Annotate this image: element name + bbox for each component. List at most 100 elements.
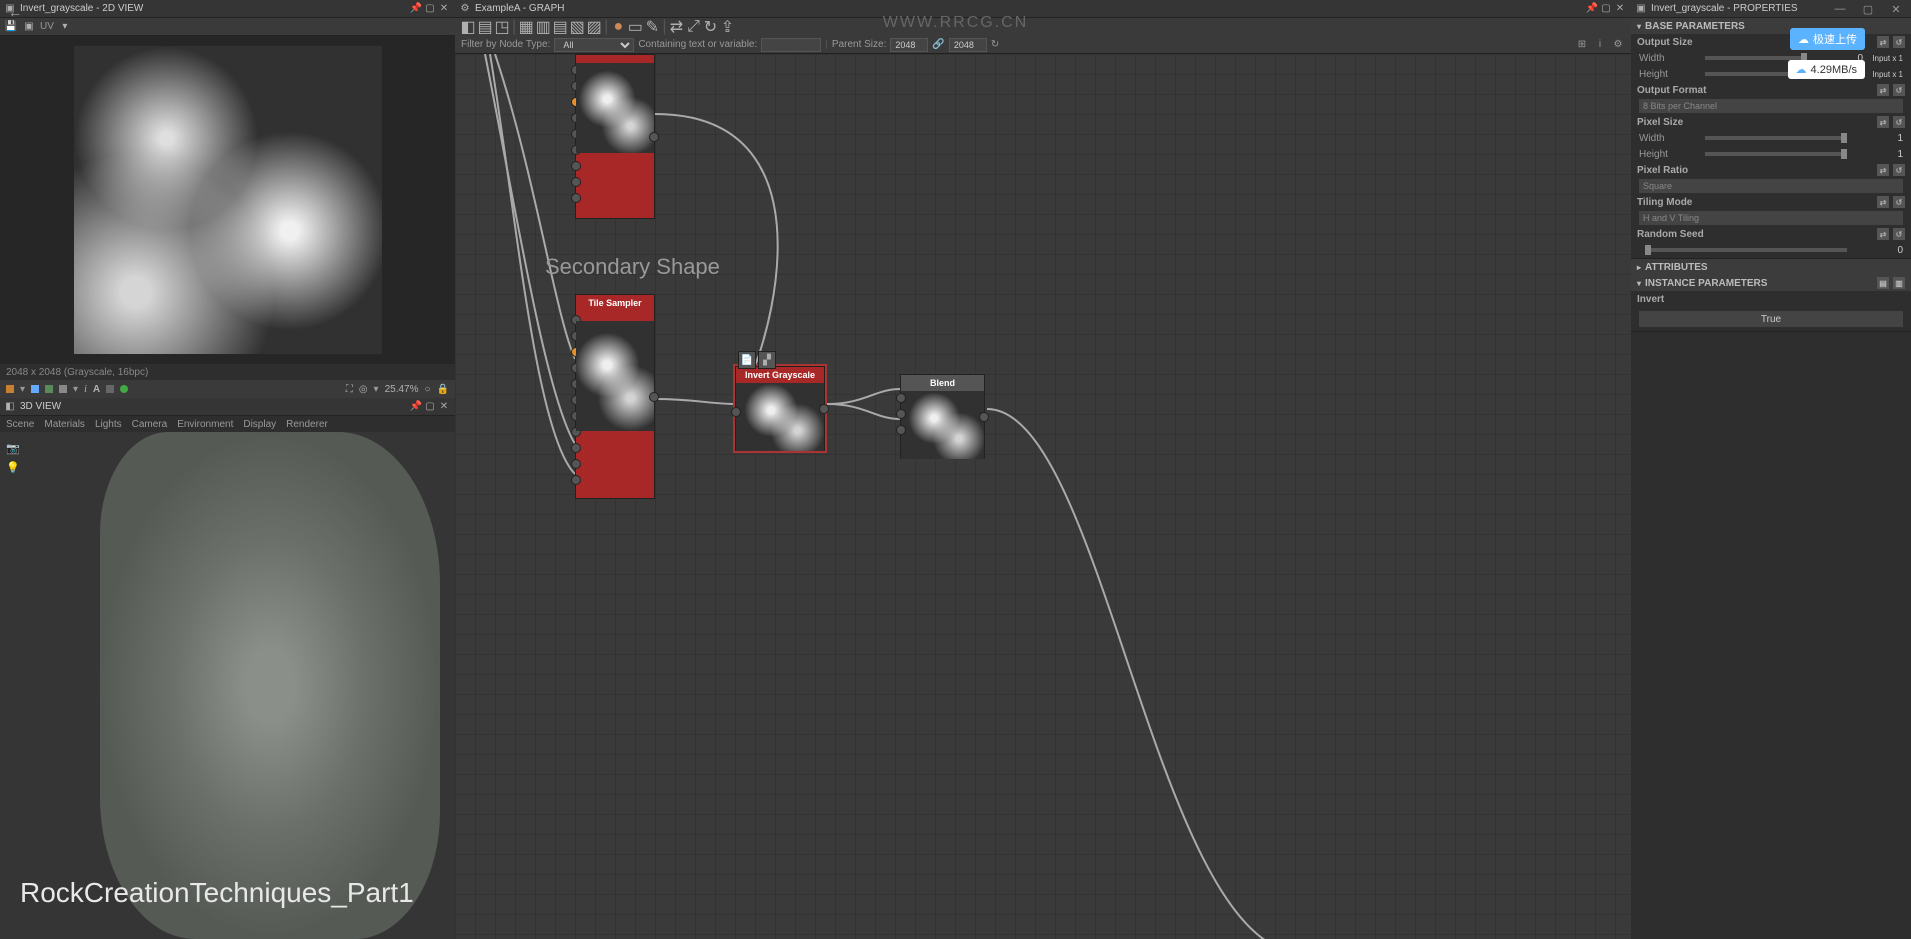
zoom-reset-icon[interactable]: ○: [425, 384, 431, 395]
reset-icon[interactable]: ↺: [1893, 36, 1905, 48]
node-checker-icon[interactable]: ▞: [758, 351, 776, 369]
node-port[interactable]: [571, 193, 581, 203]
link-icon[interactable]: ⇄: [1877, 164, 1889, 176]
contain-input[interactable]: [761, 38, 821, 52]
format-select[interactable]: 8 Bits per Channel: [1639, 99, 1903, 113]
comment-icon[interactable]: ✎: [645, 20, 659, 34]
node-add-icon[interactable]: ●: [611, 20, 625, 34]
fit-icon[interactable]: ⛶: [346, 384, 353, 395]
pin-icon[interactable]: 📌: [409, 2, 423, 16]
node-invert-grayscale[interactable]: 📄 ▞ Invert Grayscale: [735, 366, 825, 451]
node-port[interactable]: [571, 459, 581, 469]
refresh-icon[interactable]: ↻: [703, 20, 717, 34]
section-header-attributes[interactable]: ▸ ATTRIBUTES: [1631, 259, 1911, 275]
lock-icon[interactable]: 🔒: [437, 384, 449, 395]
copy-icon[interactable]: ▣: [22, 20, 36, 34]
frame-icon[interactable]: ▭: [628, 20, 642, 34]
graph-canvas[interactable]: Secondary Shape Tile: [455, 54, 1631, 939]
layers-icon[interactable]: [6, 385, 14, 393]
swatch-icon[interactable]: [31, 385, 39, 393]
ratio-select[interactable]: Square: [1639, 179, 1903, 193]
camera-icon[interactable]: 📷: [6, 442, 20, 455]
collapse-icon[interactable]: ▥: [1893, 277, 1905, 289]
tiling-select[interactable]: H and V Tiling: [1639, 211, 1903, 225]
close-icon[interactable]: ✕: [437, 2, 451, 16]
2d-view-canvas[interactable]: [0, 36, 455, 364]
node-output-port[interactable]: [979, 412, 989, 422]
link-icon[interactable]: ⇄: [1877, 84, 1889, 96]
close-button[interactable]: ✕: [1887, 2, 1905, 16]
text-icon[interactable]: A: [93, 384, 100, 395]
3d-view-canvas[interactable]: 📷 💡: [0, 432, 455, 939]
node-input-port[interactable]: [731, 407, 741, 417]
export-icon[interactable]: ⇪: [720, 20, 734, 34]
align-icon[interactable]: ▨: [587, 20, 601, 34]
node-input-port[interactable]: [896, 393, 906, 403]
reset-icon[interactable]: ↺: [1893, 164, 1905, 176]
node-tile-sampler[interactable]: Tile Sampler: [575, 294, 655, 499]
menu-scene[interactable]: Scene: [6, 419, 34, 430]
size-input[interactable]: [949, 38, 987, 52]
tool-icon[interactable]: ▤: [478, 20, 492, 34]
link-icon[interactable]: 🔗: [932, 39, 944, 50]
reset-icon[interactable]: ↺: [1893, 228, 1905, 240]
node-blend[interactable]: Blend: [900, 374, 985, 459]
popout-icon[interactable]: ▢: [423, 400, 437, 414]
node-port[interactable]: [571, 161, 581, 171]
align-icon[interactable]: ▤: [553, 20, 567, 34]
section-header-instance[interactable]: ▾ INSTANCE PARAMETERS ▤▥: [1631, 275, 1911, 291]
node-doc-icon[interactable]: 📄: [738, 351, 756, 369]
info-icon[interactable]: i: [1593, 38, 1607, 52]
close-icon[interactable]: ✕: [1613, 2, 1627, 16]
tool-icon[interactable]: ◧: [461, 20, 475, 34]
link-icon[interactable]: ⇄: [1877, 36, 1889, 48]
align-icon[interactable]: ▧: [570, 20, 584, 34]
parent-size-input[interactable]: [890, 38, 928, 52]
upload-badge[interactable]: ☁ 极速上传: [1790, 28, 1865, 50]
pin-icon[interactable]: 📌: [409, 400, 423, 414]
info-icon[interactable]: i: [84, 384, 87, 395]
link-icon[interactable]: ⇄: [1877, 228, 1889, 240]
seed-slider[interactable]: [1645, 248, 1847, 252]
align-icon[interactable]: ▥: [536, 20, 550, 34]
minimize-button[interactable]: —: [1831, 2, 1849, 16]
back-arrow-icon[interactable]: ←: [8, 4, 22, 20]
node-port[interactable]: [571, 177, 581, 187]
node-output-port[interactable]: [649, 132, 659, 142]
target-icon[interactable]: ◎: [359, 384, 368, 395]
align-icon[interactable]: ▦: [519, 20, 533, 34]
filter-type-select[interactable]: All: [554, 38, 634, 52]
menu-camera[interactable]: Camera: [132, 419, 168, 430]
tool-icon[interactable]: ◳: [495, 20, 509, 34]
reset-icon[interactable]: ↺: [1893, 84, 1905, 96]
close-icon[interactable]: ✕: [437, 400, 451, 414]
px-height-slider[interactable]: [1705, 152, 1847, 156]
grid-icon[interactable]: [59, 385, 67, 393]
px-width-slider[interactable]: [1705, 136, 1847, 140]
node-input-port[interactable]: [896, 409, 906, 419]
menu-renderer[interactable]: Renderer: [286, 419, 328, 430]
light-icon[interactable]: 💡: [6, 461, 20, 474]
link-icon[interactable]: ⇄: [1877, 116, 1889, 128]
tool-icon[interactable]: [106, 385, 114, 393]
invert-toggle-button[interactable]: True: [1639, 311, 1903, 327]
section-header-base[interactable]: ▾ BASE PARAMETERS: [1631, 18, 1911, 34]
popout-icon[interactable]: ▢: [1599, 2, 1613, 16]
menu-environment[interactable]: Environment: [177, 419, 233, 430]
link-icon[interactable]: ⇄: [1877, 196, 1889, 208]
link-icon[interactable]: ⇄: [669, 20, 683, 34]
node-output-port[interactable]: [819, 404, 829, 414]
status-dot-icon[interactable]: [120, 385, 128, 393]
popout-icon[interactable]: ▢: [423, 2, 437, 16]
node-tile-sampler-top[interactable]: [575, 54, 655, 219]
maximize-button[interactable]: ▢: [1859, 2, 1877, 16]
green-swatch-icon[interactable]: [45, 385, 53, 393]
menu-display[interactable]: Display: [243, 419, 276, 430]
node-port[interactable]: [571, 475, 581, 485]
save-icon[interactable]: 💾: [4, 20, 18, 34]
view-icon[interactable]: ⊞: [1575, 38, 1589, 52]
settings-icon[interactable]: ⚙: [1611, 38, 1625, 52]
menu-lights[interactable]: Lights: [95, 419, 122, 430]
uv-dropdown-icon[interactable]: ▾: [58, 20, 72, 34]
refresh-icon[interactable]: ↻: [991, 39, 999, 50]
